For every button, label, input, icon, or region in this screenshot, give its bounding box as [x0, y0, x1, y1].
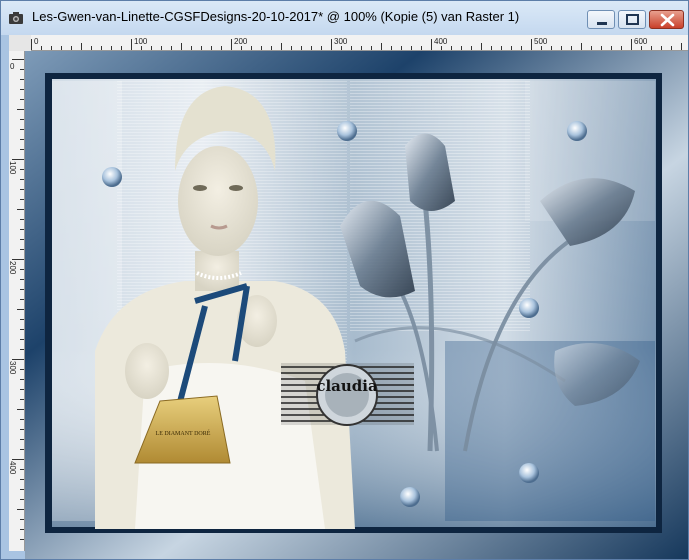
gem-icon: [567, 121, 587, 141]
title-bar[interactable]: Les-Gwen-van-Linette-CGSFDesigns-20-10-2…: [1, 1, 688, 35]
close-icon: [660, 13, 675, 27]
window-title: Les-Gwen-van-Linette-CGSFDesigns-20-10-2…: [32, 9, 520, 24]
maximize-icon: [626, 14, 639, 25]
ruler-left-label: 0: [10, 62, 15, 71]
image-window: Les-Gwen-van-Linette-CGSFDesigns-20-10-2…: [0, 0, 689, 560]
ruler-top-label: 400: [434, 37, 448, 46]
gem-icon: [519, 298, 539, 318]
vertical-ruler[interactable]: 0 100 200 300 400: [9, 51, 25, 551]
ruler-top-label: 500: [534, 37, 548, 46]
gem-icon: [337, 121, 357, 141]
watermark-text: claudia: [316, 377, 378, 395]
ruler-top-label: 200: [234, 37, 248, 46]
ruler-corner: [9, 35, 31, 51]
ruler-left-label: 100: [9, 161, 17, 175]
gem-icon: [400, 487, 420, 507]
gem-icon: [102, 167, 122, 187]
maximize-button[interactable]: [618, 10, 646, 29]
watermark-logo: claudia: [281, 363, 414, 426]
ruler-left-label: 200: [9, 261, 17, 275]
ruler-top-label: 600: [634, 37, 648, 46]
ruler-left-label: 400: [9, 461, 17, 475]
horizontal-ruler[interactable]: 0 100 200 300 400 500 600: [31, 35, 688, 51]
ruler-top-label: 100: [134, 37, 148, 46]
minimize-icon: [597, 22, 607, 25]
minimize-button[interactable]: [587, 10, 615, 29]
ruler-left-label: 300: [9, 361, 17, 375]
gem-icon: [519, 463, 539, 483]
close-button[interactable]: [649, 10, 684, 29]
ruler-top-label: 300: [334, 37, 348, 46]
product-label: LE DIAMANT DORÉ: [156, 429, 211, 437]
ruler-top-label: 0: [34, 37, 39, 46]
image-canvas[interactable]: LE DIAMANT DORÉ claudia: [25, 51, 688, 559]
camera-icon: [9, 12, 23, 24]
